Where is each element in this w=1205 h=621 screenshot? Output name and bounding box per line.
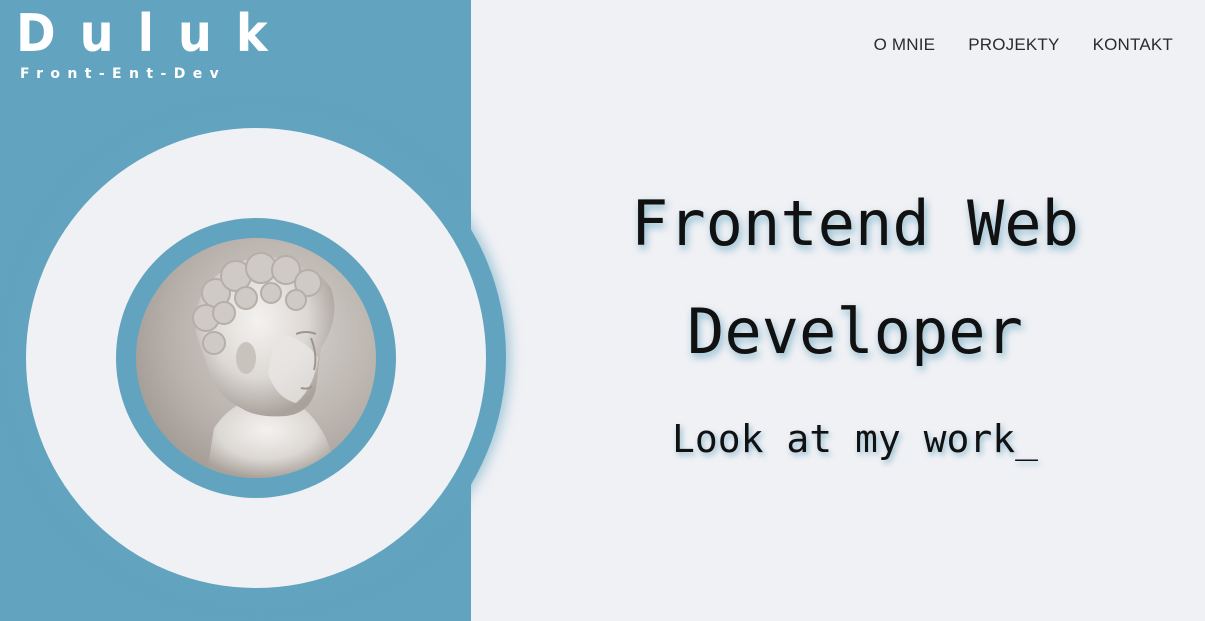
statue-portrait-icon: [192, 252, 341, 478]
portrait-image: [136, 238, 376, 478]
logo-title: Duluk: [16, 4, 292, 64]
page: Duluk Front-Ent-Dev O MNIE PROJEKTY KONT…: [0, 0, 1205, 621]
nav-link-o-mnie[interactable]: O MNIE: [874, 35, 936, 55]
hero-subtitle: Look at my work_: [671, 417, 1039, 461]
nav-link-kontakt[interactable]: KONTAKT: [1093, 35, 1173, 55]
logo-subtitle: Front-Ent-Dev: [20, 66, 227, 82]
logo[interactable]: Duluk Front-Ent-Dev: [16, 6, 316, 82]
main-nav: O MNIE PROJEKTY KONTAKT: [874, 35, 1173, 55]
hero-title-line-2: Developer: [687, 295, 1023, 368]
nav-link-projekty[interactable]: PROJEKTY: [968, 35, 1059, 55]
hero-title-line-1: Frontend Web: [631, 187, 1079, 260]
hero-title: Frontend Web Developer: [600, 170, 1110, 386]
